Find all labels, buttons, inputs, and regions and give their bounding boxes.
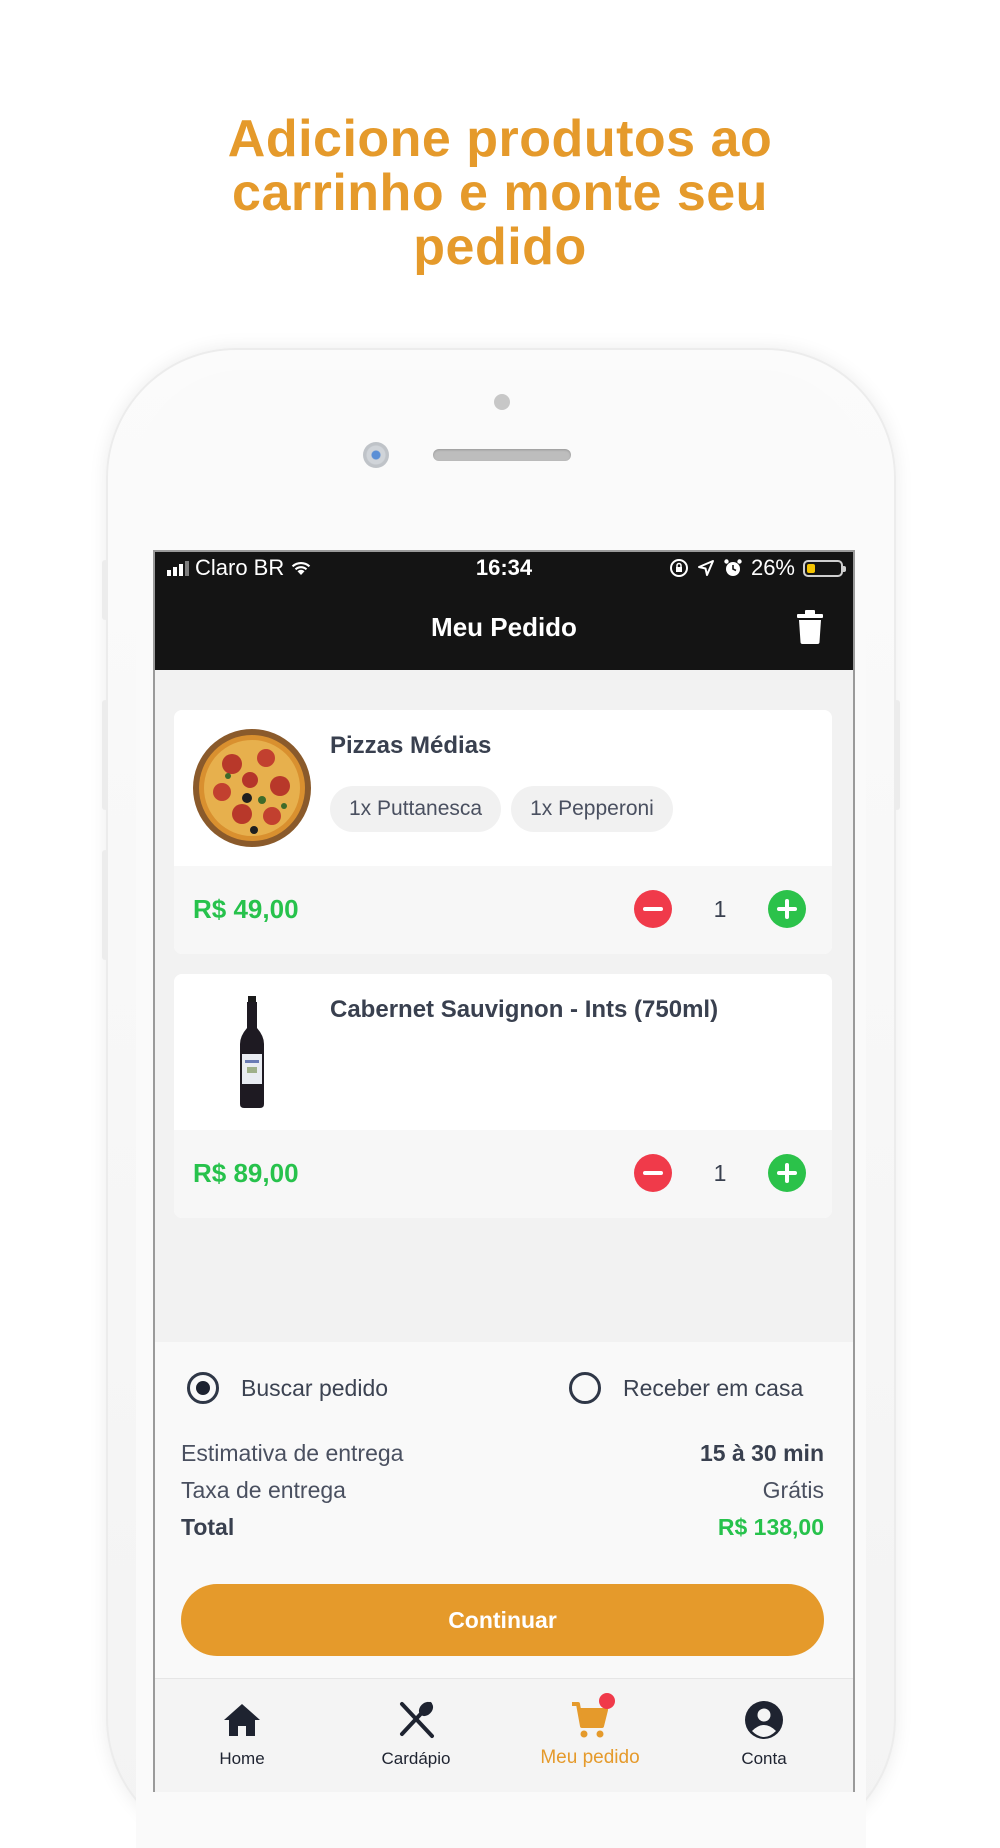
home-delivery-label: Receber em casa [623, 1374, 804, 1401]
total-value: R$ 138,00 [717, 1514, 824, 1540]
cart-item-card: Cabernet Sauvignon - Ints (750ml) R$ 89,… [174, 974, 832, 1218]
fee-label: Taxa de entrega [181, 1477, 346, 1503]
total-row: Total R$ 138,00 [181, 1514, 824, 1541]
app-screen: Claro BR 16:34 26% Meu Pedido Pizzas Méd… [153, 550, 855, 1792]
cart-item-options: 1x Puttanesca 1x Pepperoni [330, 786, 673, 832]
headline-line-1: Adicione produtos ao [227, 110, 773, 168]
status-bar: Claro BR 16:34 26% [155, 552, 853, 586]
trash-icon[interactable] [797, 610, 823, 644]
headline-line-2: carrinho e monte seu [232, 164, 768, 222]
increase-quantity-button[interactable] [768, 890, 806, 928]
battery-icon [803, 559, 846, 577]
minus-icon [643, 1171, 663, 1175]
estimate-label: Estimativa de entrega [181, 1440, 404, 1466]
pizza-image [193, 729, 311, 847]
account-icon [745, 1701, 783, 1739]
quantity-stepper: 1 [634, 890, 806, 928]
cart-item-card: Pizzas Médias 1x Puttanesca 1x Pepperoni… [174, 710, 832, 954]
decrease-quantity-button[interactable] [634, 890, 672, 928]
radio-unselected-icon [569, 1372, 601, 1404]
phone-sensor [494, 394, 510, 410]
quantity-value: 1 [713, 1159, 727, 1186]
home-delivery-option[interactable]: Receber em casa [569, 1372, 803, 1404]
tab-bar: Home Cardápio Meu pedido Conta [155, 1678, 853, 1792]
phone-volume-down [102, 850, 108, 960]
quantity-value: 1 [713, 895, 727, 922]
location-icon [697, 560, 714, 576]
cart-item-info: Pizzas Médias 1x Puttanesca 1x Pepperoni [174, 710, 832, 866]
cart-badge [599, 1693, 615, 1709]
camera-icon [363, 442, 389, 468]
phone-speaker [433, 449, 571, 461]
phone-side-button [102, 560, 108, 620]
fee-row: Taxa de entrega Grátis [181, 1477, 824, 1504]
pickup-option[interactable]: Buscar pedido [187, 1372, 388, 1404]
tab-label: Cardápio [381, 1749, 451, 1768]
wine-bottle-image [240, 996, 264, 1108]
battery-percent: 26% [750, 555, 795, 580]
battery-level [807, 563, 815, 573]
cart-item-info: Cabernet Sauvignon - Ints (750ml) [174, 974, 832, 1130]
phone-power-button [894, 700, 900, 810]
utensils-icon [400, 1701, 434, 1738]
tab-meu-pedido[interactable]: Meu pedido [503, 1693, 677, 1769]
total-label: Total [181, 1514, 235, 1540]
quantity-stepper: 1 [634, 1154, 806, 1192]
tab-label: Meu pedido [540, 1747, 640, 1768]
cart-item-name: Pizzas Médias [330, 732, 492, 759]
option-chip: 1x Puttanesca [330, 786, 502, 832]
phone-volume-up [102, 700, 108, 810]
orientation-lock-icon [669, 559, 688, 577]
tab-home[interactable]: Home [155, 1697, 329, 1769]
minus-icon [643, 907, 663, 911]
cart-item-name: Cabernet Sauvignon - Ints (750ml) [330, 996, 719, 1023]
promo-headline: Adicione produtos ao carrinho e monte se… [0, 112, 1000, 274]
cart-item-footer: R$ 49,00 1 [174, 866, 832, 954]
tab-label: Home [219, 1749, 265, 1768]
tab-label: Conta [741, 1749, 787, 1768]
increase-quantity-button[interactable] [768, 1154, 806, 1192]
cart-item-price: R$ 89,00 [193, 1158, 299, 1188]
alarm-icon [724, 559, 742, 576]
continue-button[interactable]: Continuar [181, 1584, 824, 1656]
tab-conta[interactable]: Conta [677, 1697, 851, 1769]
pickup-label: Buscar pedido [241, 1374, 389, 1401]
cart-item-price: R$ 49,00 [193, 894, 299, 924]
decrease-quantity-button[interactable] [634, 1154, 672, 1192]
page-title: Meu Pedido [431, 612, 577, 642]
home-icon [224, 1704, 260, 1736]
estimate-value: 15 à 30 min [699, 1440, 824, 1466]
headline-line-3: pedido [413, 218, 587, 276]
tab-cardapio[interactable]: Cardápio [329, 1697, 503, 1769]
estimate-row: Estimativa de entrega 15 à 30 min [181, 1440, 824, 1467]
fee-value: Grátis [762, 1477, 824, 1503]
order-summary-panel: Buscar pedido Receber em casa Estimativa… [155, 1342, 853, 1678]
option-chip: 1x Pepperoni [511, 786, 673, 832]
status-right: 26% [669, 555, 846, 581]
cart-item-footer: R$ 89,00 1 [174, 1130, 832, 1218]
header-bar: Meu Pedido [155, 586, 853, 670]
radio-selected-icon [187, 1372, 219, 1404]
